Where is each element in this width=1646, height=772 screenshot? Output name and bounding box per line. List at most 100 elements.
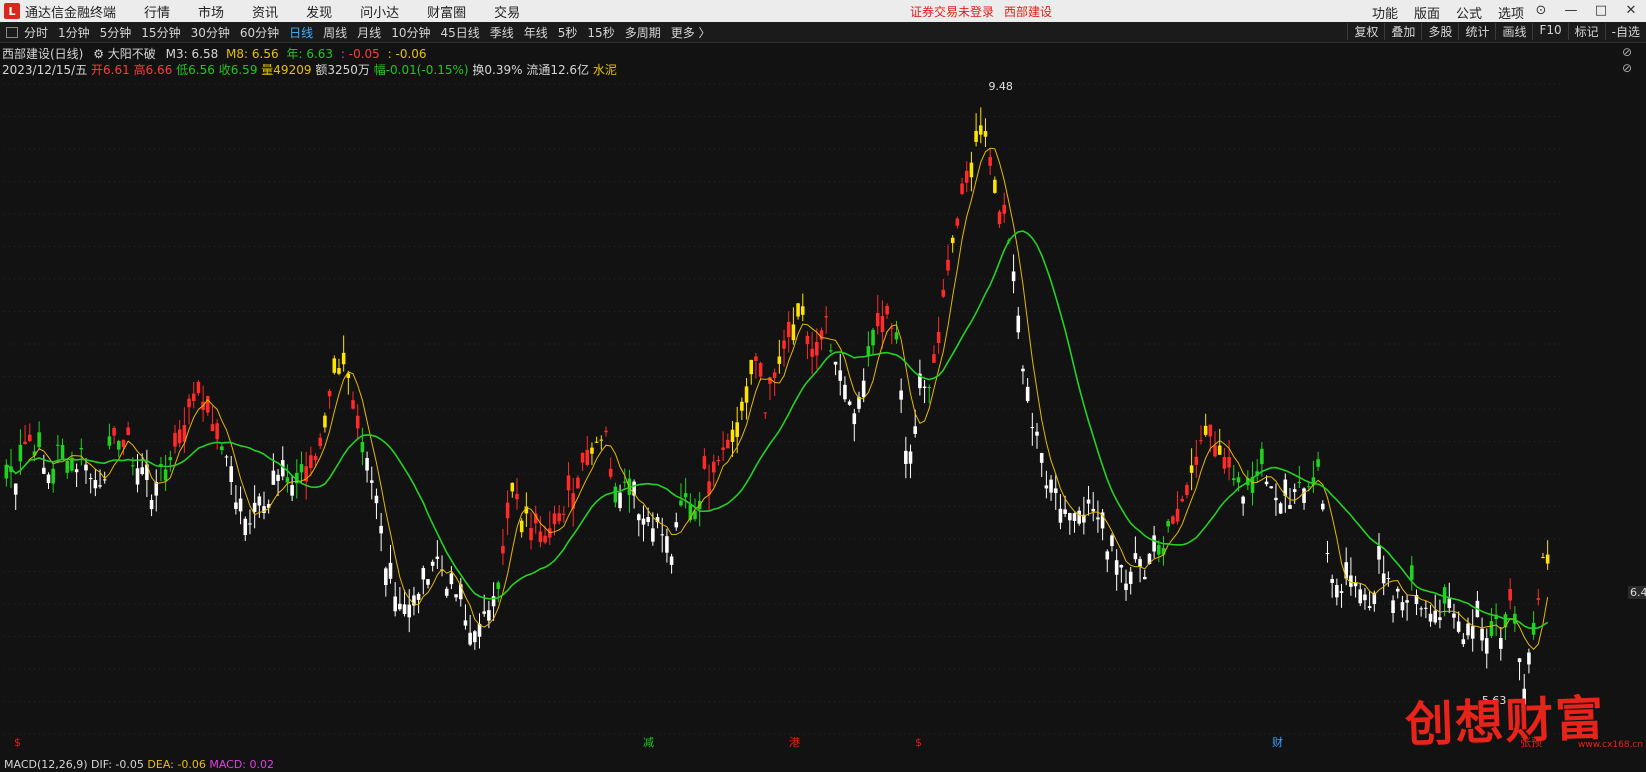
candle [1166, 518, 1170, 533]
candle-body [402, 604, 407, 615]
candle [215, 419, 219, 450]
candle-body [355, 415, 360, 429]
candle-body [1035, 431, 1039, 436]
tool-mark[interactable]: 标记 [1567, 23, 1605, 40]
close-indicator-icon[interactable]: ⊘ [1622, 45, 1632, 59]
candle-body [608, 468, 613, 477]
tool-overlay[interactable]: 叠加 [1384, 23, 1421, 40]
candle-body [800, 306, 805, 315]
trade-login-status[interactable]: 证券交易未登录 [910, 5, 994, 19]
candle-body [641, 518, 646, 525]
tool-multi-stock[interactable]: 多股 [1421, 23, 1458, 40]
period-10min[interactable]: 10分钟 [391, 24, 430, 41]
macd-name[interactable]: MACD(12,26,9) [4, 758, 88, 771]
candle [763, 412, 768, 419]
event-marker: 减 [643, 736, 654, 749]
menu-quotes[interactable]: 行情 [144, 2, 170, 21]
candle-body [18, 444, 23, 462]
candle [679, 483, 683, 507]
indicator-settings-icon[interactable]: ⚙ [93, 47, 104, 61]
menu-function[interactable]: 功能 [1372, 3, 1398, 22]
candle-body [496, 582, 501, 589]
sep-1: : [340, 47, 345, 61]
menu-market[interactable]: 市场 [198, 2, 224, 21]
period-1min[interactable]: 1分钟 [58, 24, 90, 41]
candle [1058, 494, 1063, 530]
candle [280, 446, 285, 481]
menu-layout[interactable]: 版面 [1414, 3, 1440, 22]
quote-sector[interactable]: 水泥 [593, 63, 617, 77]
candle [1133, 536, 1138, 563]
period-5min[interactable]: 5分钟 [100, 24, 132, 41]
candle [159, 456, 163, 482]
period-45day[interactable]: 45日线 [440, 24, 479, 41]
candle-body [993, 179, 997, 193]
candle [1021, 365, 1025, 385]
candle-body [276, 474, 280, 481]
menu-trade[interactable]: 交易 [494, 2, 520, 21]
candle-body [805, 335, 810, 345]
period-5sec[interactable]: 5秒 [558, 24, 578, 41]
indicator-name[interactable]: 大阳不破 [108, 47, 156, 61]
close-icon[interactable]: ✕ [1622, 2, 1640, 20]
candle [1269, 486, 1274, 489]
candle [154, 469, 159, 512]
candle [1410, 555, 1414, 591]
period-quarterly[interactable]: 季线 [490, 24, 514, 41]
candle [1002, 192, 1006, 223]
period-weekly[interactable]: 周线 [323, 24, 347, 41]
candle [318, 433, 323, 450]
menu-options[interactable]: 选项 [1498, 3, 1524, 22]
candle [27, 423, 32, 443]
candle-body [1447, 598, 1452, 609]
candle [885, 303, 889, 319]
menu-discover[interactable]: 发现 [306, 2, 332, 21]
period-daily[interactable]: 日线 [289, 24, 313, 41]
candle-body [1367, 606, 1372, 608]
period-15min[interactable]: 15分钟 [141, 24, 180, 41]
candle [936, 316, 941, 354]
candle-body [1063, 509, 1067, 514]
candle [838, 353, 843, 396]
menu-formula[interactable]: 公式 [1456, 3, 1482, 22]
candle-body [187, 398, 191, 408]
close-quote-icon[interactable]: ⊘ [1622, 61, 1632, 75]
tool-watchlist[interactable]: -自选 [1604, 23, 1646, 40]
maximize-icon[interactable]: □ [1592, 2, 1610, 20]
menu-wealth-circle[interactable]: 财富圈 [427, 2, 466, 21]
tool-adjust[interactable]: 复权 [1347, 23, 1384, 40]
period-15sec[interactable]: 15秒 [587, 24, 614, 41]
period-yearly[interactable]: 年线 [524, 24, 548, 41]
minimize-icon[interactable]: — [1562, 2, 1580, 20]
app-name: 通达信金融终端 [25, 5, 117, 21]
tool-f10[interactable]: F10 [1532, 23, 1567, 40]
candle-body [557, 513, 561, 522]
tool-stats[interactable]: 统计 [1458, 23, 1495, 40]
login-notice[interactable]: 证券交易未登录 西部建设 [910, 3, 1062, 20]
candle-body [1456, 621, 1461, 632]
candle [744, 378, 749, 420]
candle [440, 555, 444, 577]
candle [51, 464, 55, 493]
period-tick[interactable]: 分时 [24, 24, 48, 41]
candle-body [313, 456, 318, 461]
period-60min[interactable]: 60分钟 [240, 24, 279, 41]
candle [426, 579, 430, 589]
period-monthly[interactable]: 月线 [357, 24, 381, 41]
kline-chart[interactable]: 9.485.63$ 减港 $ 财张预 [0, 78, 1646, 758]
candle [908, 444, 913, 479]
link-icon[interactable]: ⊙ [1532, 2, 1550, 20]
candle-body [1466, 623, 1470, 636]
menu-news[interactable]: 资讯 [252, 2, 278, 21]
candle-body [177, 429, 182, 444]
candle-body [622, 481, 627, 483]
panel-toggle-icon[interactable] [6, 26, 18, 38]
period-multi[interactable]: 多周期 [625, 24, 661, 41]
period-30min[interactable]: 30分钟 [191, 24, 230, 41]
period-more[interactable]: 更多 〉 [671, 24, 711, 41]
candle-body [519, 520, 524, 533]
candle [740, 397, 744, 421]
tool-draw[interactable]: 画线 [1495, 23, 1532, 40]
menu-ask[interactable]: 问小达 [360, 2, 399, 21]
candle [107, 423, 112, 450]
